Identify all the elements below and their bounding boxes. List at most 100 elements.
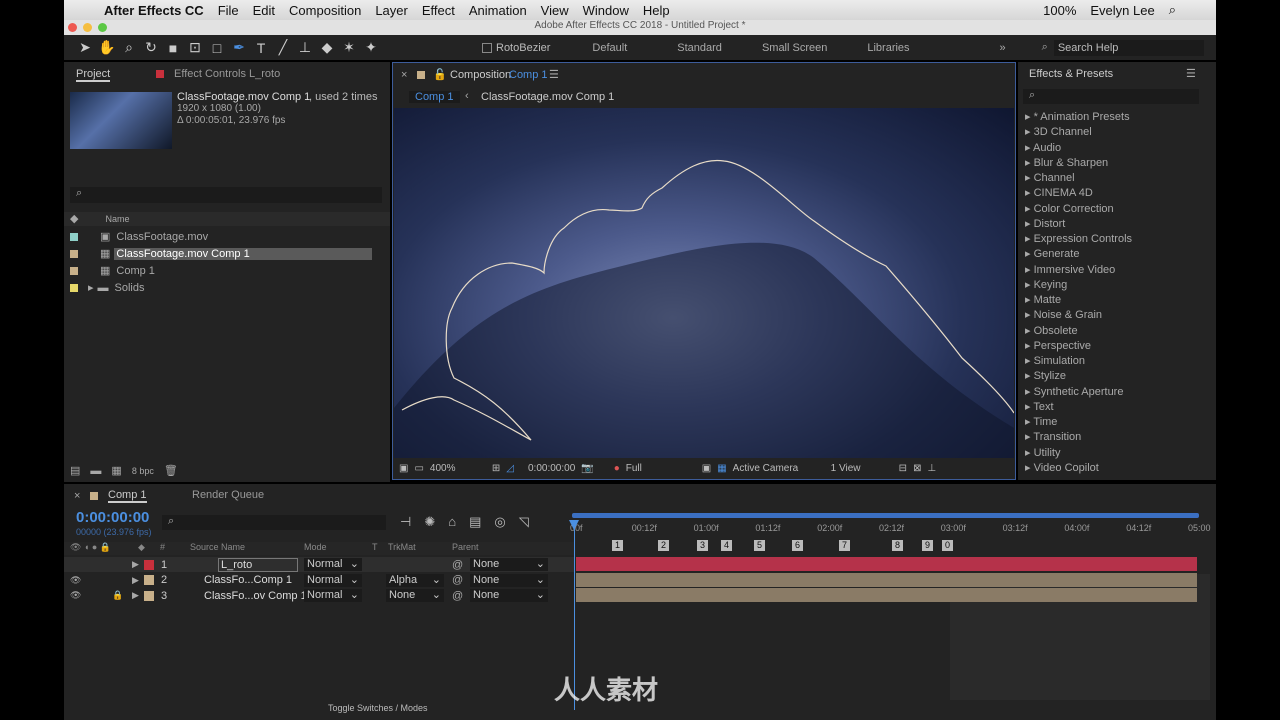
pan-behind-tool-icon[interactable]: ⊡ — [184, 39, 206, 56]
effects-category[interactable]: ▸ Simulation — [1025, 354, 1085, 367]
camera-dropdown[interactable]: Active Camera — [733, 463, 825, 474]
menu-edit[interactable]: Edit — [253, 3, 275, 18]
breadcrumb-footage-comp[interactable]: ClassFootage.mov Comp 1 — [481, 91, 614, 103]
pick-whip-icon[interactable]: @ — [452, 559, 463, 571]
layer-name[interactable]: ClassFo...Comp 1 — [204, 574, 292, 586]
layer-label-color[interactable] — [144, 575, 154, 585]
flowchart-icon[interactable]: ⊥ — [927, 463, 936, 474]
new-folder-icon[interactable]: ▬ — [90, 465, 101, 477]
toggle-mask-icon[interactable]: ▦ — [717, 463, 726, 474]
expand-arrow-icon[interactable]: ▶ — [132, 559, 139, 570]
close-tab-icon[interactable]: × — [401, 69, 407, 81]
menu-app[interactable]: After Effects CC — [104, 3, 204, 18]
roto-mask[interactable] — [394, 108, 1014, 458]
parent-dropdown[interactable]: None ⌄ — [470, 558, 548, 571]
t-header[interactable]: T — [372, 542, 378, 552]
user-name[interactable]: Evelyn Lee — [1090, 3, 1154, 18]
project-item[interactable]: ▸ ▬ Solids — [64, 279, 390, 296]
effects-category[interactable]: ▸ Immersive Video — [1025, 263, 1115, 276]
project-item[interactable]: ▣ ClassFootage.mov — [64, 228, 390, 245]
reset-exposure-icon[interactable]: ⊟ — [899, 463, 907, 474]
keyframe-marker[interactable]: 7 — [839, 540, 851, 551]
keyframe-marker[interactable]: 9 — [922, 540, 934, 551]
effects-category[interactable]: ▸ * Animation Presets — [1025, 110, 1130, 123]
menu-composition[interactable]: Composition — [289, 3, 361, 18]
composition-tab-name[interactable]: Comp 1 — [509, 69, 548, 81]
pen-tool-icon[interactable]: ✒ — [228, 39, 250, 56]
layer-duration-bar[interactable] — [576, 572, 1197, 587]
color-channels-icon[interactable]: ● — [614, 463, 620, 474]
effects-category[interactable]: ▸ Utility — [1025, 446, 1060, 459]
expand-arrow-icon[interactable]: ▶ — [132, 575, 139, 586]
brush-tool-icon[interactable]: ╱ — [272, 39, 294, 56]
trkmat-dropdown[interactable]: None ⌄ — [386, 589, 444, 602]
project-search-input[interactable]: ⌕ — [70, 187, 382, 203]
effects-category[interactable]: ▸ Keying — [1025, 278, 1067, 291]
composition-mini-flowchart-icon[interactable]: ⊣ — [400, 514, 411, 530]
effects-category[interactable]: ▸ Generate — [1025, 247, 1079, 260]
fast-previews-icon[interactable]: ▣ — [702, 463, 711, 474]
workspace-standard[interactable]: Standard — [677, 42, 722, 54]
effects-category[interactable]: ▸ Obsolete — [1025, 324, 1078, 337]
keyframe-marker[interactable]: 1 — [612, 540, 624, 551]
source-name-header[interactable]: Source Name — [190, 542, 245, 552]
name-column-header[interactable]: Name — [106, 214, 130, 224]
lock-icon[interactable]: 🔓 — [433, 68, 447, 81]
resolution-dropdown[interactable]: Full — [626, 463, 696, 474]
effects-category[interactable]: ▸ Text — [1025, 400, 1054, 413]
snapshot-icon[interactable]: 📷 — [581, 463, 593, 474]
project-item[interactable]: ▦ Comp 1 — [64, 262, 390, 279]
effects-search-input[interactable]: ⌕ — [1023, 89, 1199, 104]
parent-dropdown[interactable]: None ⌄ — [470, 589, 548, 602]
effects-category[interactable]: ▸ Channel — [1025, 171, 1075, 184]
label-column-icon[interactable]: ◆ — [138, 542, 145, 553]
timeline-search-input[interactable]: ⌕ — [162, 515, 386, 530]
keyframe-marker[interactable]: 8 — [892, 540, 904, 551]
tab-effect-controls[interactable]: Effect Controls L_roto — [174, 68, 280, 80]
always-preview-icon[interactable]: ▣ — [399, 463, 408, 474]
close-window-button[interactable] — [68, 23, 77, 32]
search-icon[interactable]: ⌕ — [1169, 2, 1176, 18]
rotate-tool-icon[interactable]: ↻ — [140, 39, 162, 56]
layer-row[interactable]: ▶ 1 L_roto Normal ⌄ @ None ⌄ — [64, 557, 574, 572]
toggle-switches-modes-button[interactable]: Toggle Switches / Modes — [328, 703, 428, 713]
rectangle-tool-icon[interactable]: □ — [206, 40, 228, 56]
effects-category[interactable]: ▸ Distort — [1025, 217, 1065, 230]
selection-tool-icon[interactable]: ➤ — [74, 39, 96, 56]
keyframe-marker[interactable]: 5 — [754, 540, 766, 551]
frame-blending-icon[interactable]: ▤ — [469, 514, 481, 530]
monitor-icon[interactable]: ▭ — [414, 463, 423, 474]
keyframe-marker[interactable]: 6 — [792, 540, 804, 551]
keyframe-marker[interactable]: 2 — [658, 540, 670, 551]
views-dropdown[interactable]: 1 View — [831, 463, 893, 474]
effects-category[interactable]: ▸ Matte — [1025, 293, 1061, 306]
layer-row[interactable]: 👁 🔒 ▶ 3 ClassFo...ov Comp 1 Normal ⌄ None… — [64, 588, 574, 603]
lock-icon[interactable]: 🔒 — [112, 590, 123, 601]
trash-icon[interactable]: 🗑 — [164, 464, 178, 477]
rotobezier-checkbox[interactable] — [482, 42, 492, 53]
work-area-bar[interactable] — [572, 513, 1199, 518]
effects-category[interactable]: ▸ CINEMA 4D — [1025, 186, 1093, 199]
pick-whip-icon[interactable]: @ — [452, 590, 463, 602]
trkmat-header[interactable]: TrkMat — [388, 542, 416, 552]
effects-category[interactable]: ▸ Synthetic Aperture — [1025, 385, 1123, 398]
menu-help[interactable]: Help — [643, 3, 670, 18]
panel-menu-icon[interactable]: ☰ — [549, 68, 559, 81]
project-item-selected[interactable]: ▦ ClassFootage.mov Comp 1 — [64, 245, 390, 262]
workspace-libraries[interactable]: Libraries — [867, 42, 909, 54]
mode-header[interactable]: Mode — [304, 542, 327, 552]
layer-name[interactable]: ClassFo...ov Comp 1 — [204, 590, 307, 602]
parent-header[interactable]: Parent — [452, 542, 479, 552]
menu-animation[interactable]: Animation — [469, 3, 527, 18]
mode-dropdown[interactable]: Normal ⌄ — [304, 558, 362, 571]
zoom-dropdown[interactable]: 400% — [430, 463, 486, 474]
bit-depth[interactable]: 8 bpc — [132, 466, 154, 476]
eye-icon[interactable]: 👁 — [70, 590, 81, 601]
search-help-input[interactable]: Search Help — [1053, 39, 1204, 56]
search-help-icon[interactable]: ⌕ — [1042, 41, 1048, 54]
menu-view[interactable]: View — [541, 3, 569, 18]
parent-dropdown[interactable]: None ⌄ — [470, 573, 548, 587]
more-workspaces-icon[interactable]: » — [1000, 42, 1006, 54]
draft-3d-icon[interactable]: ✺ — [424, 514, 435, 530]
effects-category[interactable]: ▸ Blur & Sharpen — [1025, 156, 1108, 169]
